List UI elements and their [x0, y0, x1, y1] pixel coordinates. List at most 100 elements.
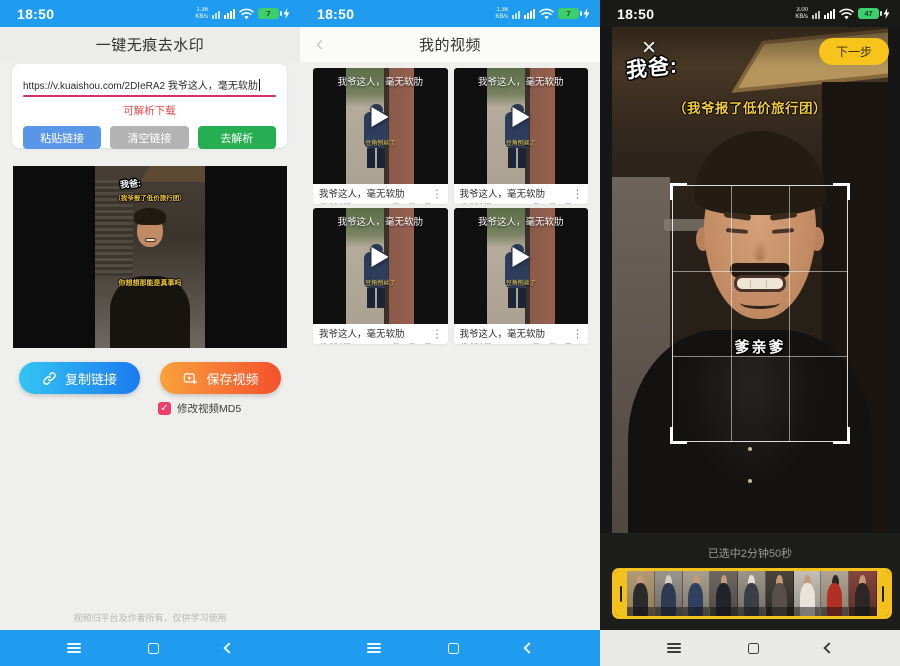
md5-option-row: ✓ 修改视频MD5 [158, 400, 282, 416]
trim-timeline[interactable] [612, 568, 892, 619]
save-video-label: 保存视频 [206, 369, 258, 388]
crop-frame[interactable]: 爹亲爹 [672, 185, 848, 442]
trim-handle-right[interactable] [877, 571, 889, 616]
timeline-frame [849, 571, 877, 616]
video-info: 我爷这人，毫无软肋 45.02 MB 2025年05月22日 ⋮ [454, 324, 589, 344]
close-icon[interactable]: × [642, 36, 656, 60]
preview-video-frame: 我爸: （我爷报了低价旅行团） 你想想那能是真事吗 [95, 166, 205, 348]
home-nav-icon[interactable] [448, 643, 459, 654]
video-title: 我爷这人，毫无软肋 [460, 186, 573, 200]
parse-button[interactable]: 去解析 [198, 126, 276, 149]
timeline-frame [683, 571, 711, 616]
thumbnail-overlay-title: 我爷这人，毫无软肋 [313, 214, 448, 228]
link-buttons-row: 粘贴链接 清空链接 去解析 [23, 126, 276, 149]
video-card[interactable]: 我爷这人，毫无软肋 豆角刨丝了 我爷这人，毫无软肋 45.02 MB 2025年… [454, 68, 589, 204]
app-bar: ‹ 一键无痕去水印 [0, 27, 300, 62]
menu-nav-icon[interactable] [667, 643, 681, 653]
video-date: 2025年05月22日 [516, 201, 572, 204]
charging-bolt-icon [283, 8, 290, 19]
video-card[interactable]: 我爷这人，毫无软肋 豆角刨丝了 我爷这人，毫无软肋 45.02 MB 2025年… [454, 208, 589, 344]
more-options-icon[interactable]: ⋮ [572, 188, 583, 201]
link-input-card: https://v.kuaishou.com/2DIeRA2 我爷这人，毫无软肋… [12, 64, 287, 148]
thumbnail-caption: 豆角刨丝了 [454, 278, 589, 287]
video-card[interactable]: 我爷这人，毫无软肋 豆角刨丝了 我爷这人，毫无软肋 45.02 MB 2025年… [313, 208, 448, 344]
app-bar: ‹ 我的视频 [300, 27, 600, 62]
copy-link-button[interactable]: 复制链接 [19, 362, 140, 394]
menu-nav-icon[interactable] [367, 643, 381, 653]
play-icon[interactable] [372, 107, 389, 127]
video-size: 45.02 MB [319, 341, 351, 344]
thumbnail-overlay-title: 我爷这人，毫无软肋 [313, 74, 448, 88]
video-thumbnail[interactable]: 我爷这人，毫无软肋 豆角刨丝了 [454, 68, 589, 184]
video-title: 我爷这人，毫无软肋 [319, 186, 432, 200]
ceiling-decoration [140, 166, 205, 182]
person-mouth [145, 238, 156, 242]
back-icon[interactable]: ‹ [316, 33, 323, 53]
play-icon[interactable] [512, 247, 529, 267]
play-icon[interactable] [512, 107, 529, 127]
status-time: 18:50 [17, 6, 54, 22]
screen-watermark-remover: 18:50 1.36 KB/s 7 ‹ 一键无痕去水印 https:/ [0, 0, 300, 666]
video-card[interactable]: 我爷这人，毫无软肋 豆角刨丝了 我爷这人，毫无软肋 45.02 MB 2025年… [313, 68, 448, 204]
preview-overlay-title: 我爸: [119, 176, 141, 191]
crop-corner-handle[interactable] [833, 427, 850, 444]
url-input[interactable]: https://v.kuaishou.com/2DIeRA2 我爷这人，毫无软肋 [23, 77, 276, 92]
crop-corner-handle[interactable] [833, 183, 850, 200]
video-thumbnail[interactable]: 我爷这人，毫无软肋 豆角刨丝了 [313, 68, 448, 184]
more-options-icon[interactable]: ⋮ [572, 328, 583, 341]
network-speed-indicator: 1.36 KB/s [195, 7, 208, 20]
timeline-frame [710, 571, 738, 616]
video-size: 45.02 MB [319, 201, 351, 204]
back-nav-icon[interactable] [824, 642, 835, 653]
md5-checkbox-label: 修改视频MD5 [177, 401, 241, 416]
home-nav-icon[interactable] [748, 643, 759, 654]
home-nav-icon[interactable] [148, 643, 159, 654]
screen-video-editor: 18:50 3.00 KB/s 47 [600, 0, 900, 666]
md5-checkbox[interactable]: ✓ [158, 402, 171, 415]
timeline-frame [655, 571, 683, 616]
thumbnail-overlay-title: 我爷这人，毫无软肋 [454, 74, 589, 88]
video-thumbnail[interactable]: 我爷这人，毫无软肋 豆角刨丝了 [313, 208, 448, 324]
next-step-button[interactable]: 下一步 [819, 38, 889, 65]
url-text: https://v.kuaishou.com/2DIeRA2 我爷这人，毫无软肋 [23, 77, 258, 92]
crop-corner-handle[interactable] [670, 427, 687, 444]
status-time: 18:50 [617, 6, 654, 22]
video-preview[interactable]: 我爸: （我爷报了低价旅行团） 你想想那能是真事吗 [13, 166, 287, 348]
video-title: 我爷这人，毫无软肋 [319, 326, 432, 340]
timeline-frame [821, 571, 849, 616]
text-caret [259, 79, 261, 91]
wifi-icon [239, 8, 254, 20]
paste-link-button[interactable]: 粘贴链接 [23, 126, 101, 149]
signal-bars-sim2-icon [224, 9, 235, 19]
video-overlay-subtitle: （我爷报了低价旅行团） [600, 97, 900, 117]
trim-handle-left[interactable] [615, 571, 627, 616]
thumbnail-caption: 豆角刨丝了 [313, 278, 448, 287]
parse-hint-text: 可解析下载 [23, 103, 276, 118]
signal-bars-sim1-icon [512, 9, 520, 19]
timeline-frames [627, 571, 877, 616]
android-nav-bar [300, 630, 600, 666]
more-options-icon[interactable]: ⋮ [432, 328, 443, 341]
clear-link-button[interactable]: 清空链接 [110, 126, 188, 149]
network-speed-indicator: 1.36 KB/s [495, 7, 508, 20]
back-nav-icon[interactable] [524, 642, 535, 653]
video-thumbnail[interactable]: 我爷这人，毫无软肋 豆角刨丝了 [454, 208, 589, 324]
crop-corner-handle[interactable] [670, 183, 687, 200]
save-video-button[interactable]: 保存视频 [160, 362, 281, 394]
back-icon[interactable]: ‹ [16, 33, 23, 53]
video-info: 我爷这人，毫无软肋 45.02 MB 2025年05月22日 ⋮ [313, 184, 448, 204]
more-options-icon[interactable]: ⋮ [432, 188, 443, 201]
play-icon[interactable] [372, 247, 389, 267]
menu-nav-icon[interactable] [67, 643, 81, 653]
video-size: 45.02 MB [460, 201, 492, 204]
video-date: 2025年05月22日 [376, 341, 432, 344]
timeline-frame [738, 571, 766, 616]
network-speed-indicator: 3.00 KB/s [795, 7, 808, 20]
preview-overlay-subtitle: （我爷报了低价旅行团） [95, 192, 205, 202]
timeline-frame [766, 571, 794, 616]
wifi-icon [839, 8, 854, 20]
back-nav-icon[interactable] [224, 642, 235, 653]
android-nav-bar [0, 630, 300, 666]
video-date: 2025年05月22日 [376, 201, 432, 204]
timeline-frame [794, 571, 822, 616]
